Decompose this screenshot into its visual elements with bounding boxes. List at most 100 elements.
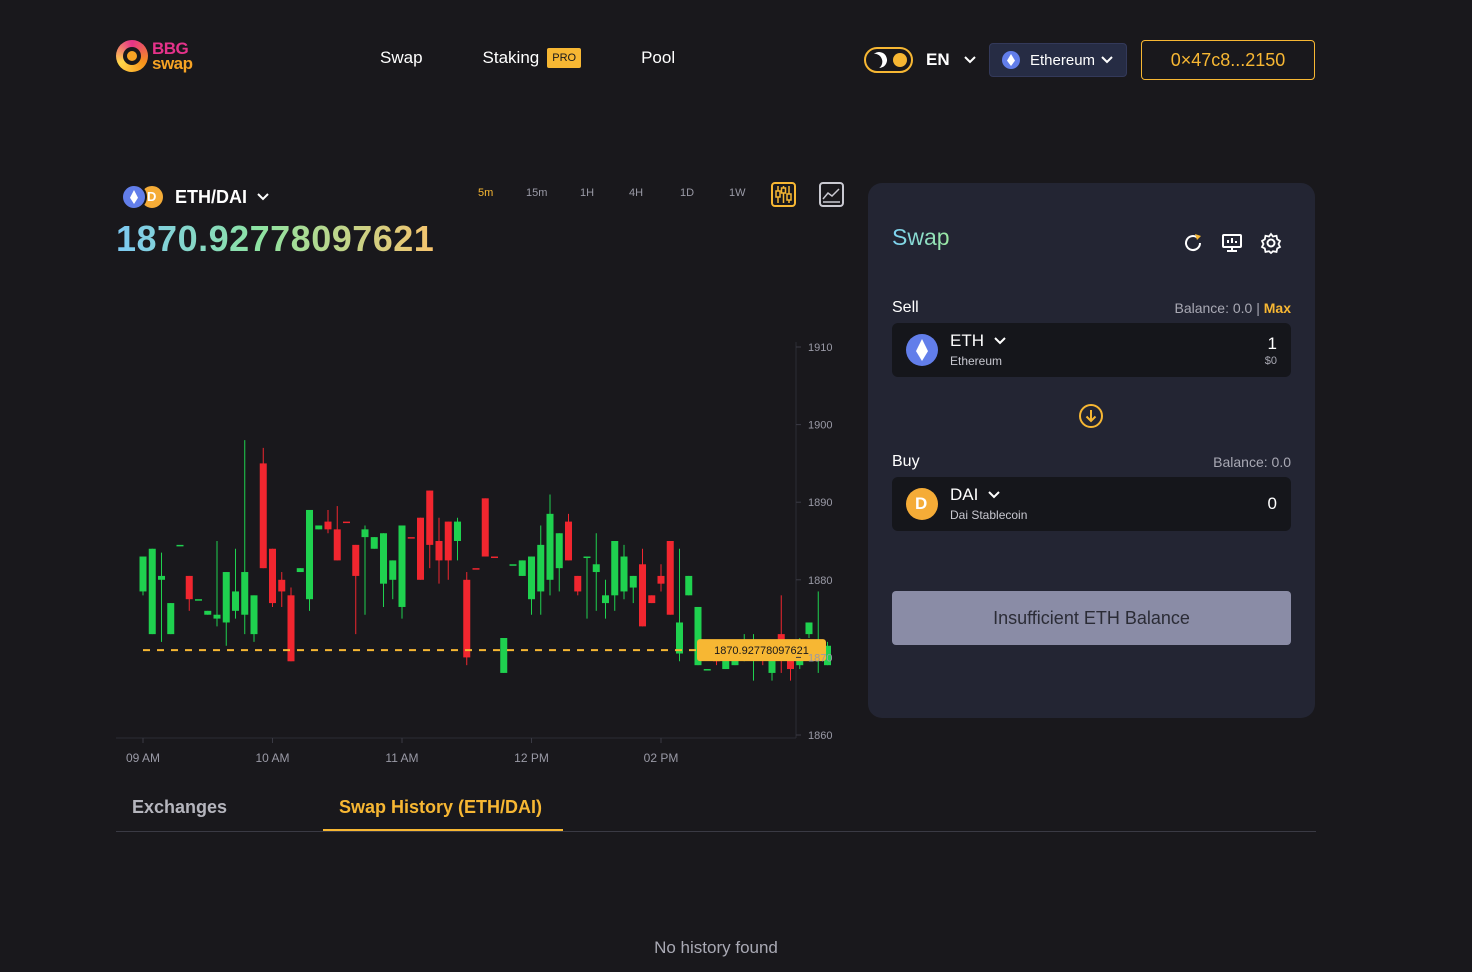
sell-token-selector[interactable]: ETH [950,331,1006,351]
candle [805,622,813,638]
buy-token-symbol: DAI [950,485,979,504]
sell-amount-input[interactable]: 1 [1268,334,1277,354]
eth-icon [906,334,938,366]
candle [250,595,258,642]
candle-body [565,521,572,561]
candle-body [648,595,656,604]
candle-body [583,556,591,559]
candle-body [611,541,619,596]
candle-body [287,595,295,662]
candle [241,440,249,635]
candle [666,541,674,615]
chevron-down-icon [1101,56,1113,64]
candle [139,556,147,596]
candle [629,575,637,604]
candle [491,556,498,559]
theme-toggle[interactable] [864,47,913,73]
candle [333,506,341,561]
candle [565,513,572,561]
candle [509,564,517,566]
history-tabs: Exchanges Swap History (ETH/DAI) [116,784,1316,832]
tab-swap-history[interactable]: Swap History (ETH/DAI) [339,797,542,818]
candle-body [685,575,693,596]
chart-display-icon[interactable] [1221,232,1243,254]
arrow-down-icon [1085,410,1097,423]
candle-body [250,595,258,635]
candle [315,525,323,530]
candle-body [352,544,360,576]
price-chart[interactable]: 1870.92778097621 1910 1900 1890 1880 1870 186… [0,0,860,780]
candle [352,544,360,635]
refresh-icon[interactable] [1182,232,1204,254]
max-button[interactable]: Max [1264,300,1291,316]
buy-token-field: DAI Dai Stablecoin 0 [892,477,1291,531]
candle-body [195,599,202,601]
candle-body [639,564,646,627]
candle-body [259,463,267,569]
candle [472,568,480,570]
x-tick-label: 10 AM [255,751,289,765]
network-selector[interactable]: Ethereum [989,43,1127,77]
candle-body [380,533,387,584]
sell-token-symbol: ETH [950,331,984,350]
sell-usd-value: $0 [1264,355,1277,367]
candle [574,575,582,596]
sell-balance-value: Balance: 0.0 [1174,300,1253,316]
sun-icon [893,53,907,67]
swap-submit-label: Insufficient ETH Balance [993,607,1190,628]
language-label: EN [926,50,950,69]
candle [537,525,545,615]
candle [269,548,276,607]
y-tick-label: 1880 [808,575,832,587]
candle-body [509,564,517,566]
candle [176,544,184,547]
candle [232,548,239,619]
wallet-address: 0×47c8...2150 [1170,49,1286,70]
candle [380,533,387,607]
candle-body [213,614,221,619]
x-tick-label: 12 PM [514,751,549,765]
candle [602,579,609,619]
buy-token-selector[interactable]: DAI [950,485,1001,505]
candle-body [185,575,193,600]
candle [185,575,193,611]
candle-body [324,521,332,530]
candle [518,560,526,576]
candle-body [278,579,286,592]
y-tick-label: 1910 [808,342,832,354]
candle-body [167,603,175,635]
active-tab-indicator [323,829,563,831]
candle-body [204,610,212,615]
candle [389,560,397,600]
buy-amount-input[interactable]: 0 [1268,494,1277,514]
candle [370,537,378,549]
swap-title: Swap [892,224,950,250]
y-tick-label: 1900 [808,420,832,432]
candle-body [472,568,480,570]
settings-gear-icon[interactable] [1260,232,1282,254]
y-tick-label: 1870 [808,652,832,664]
candle [611,541,619,611]
network-label: Ethereum [1030,51,1096,69]
candle-body [417,517,424,580]
candle [259,447,267,569]
tab-exchanges[interactable]: Exchanges [132,797,227,818]
candle [407,537,415,539]
candle [213,541,221,627]
candle [296,568,304,573]
wallet-address-button[interactable]: 0×47c8...2150 [1141,40,1315,80]
y-tick-label: 1860 [808,730,832,742]
candle-body [315,525,323,530]
swap-submit-button[interactable]: Insufficient ETH Balance [892,591,1291,645]
sell-token-name: Ethereum [950,354,1003,368]
candle-body [407,537,415,539]
language-selector[interactable]: EN [926,50,976,70]
candle [361,525,369,615]
candle-body [370,537,378,549]
chevron-down-icon [988,491,1001,499]
candle [685,575,693,596]
candle-body [148,548,156,635]
candle-body [629,575,637,588]
swap-direction-button[interactable] [1079,404,1103,428]
candle-body [343,521,350,524]
